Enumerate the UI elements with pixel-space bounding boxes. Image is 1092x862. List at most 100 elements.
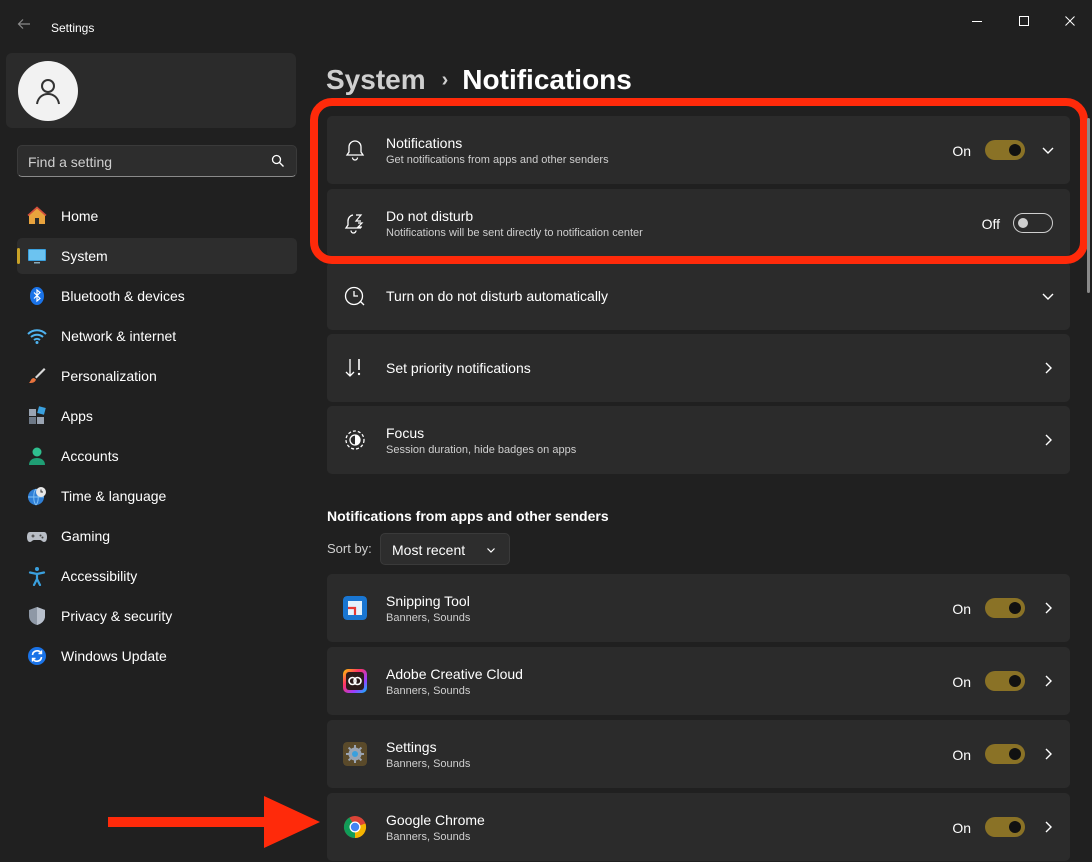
sidebar-item-label: Gaming: [61, 528, 111, 544]
sidebar-item-label: Privacy & security: [61, 608, 173, 624]
bluetooth-icon: [30, 287, 44, 305]
dnd-toggle-state: Off: [981, 216, 1000, 232]
wifi-icon: [27, 329, 47, 344]
sidebar-item-label: Network & internet: [61, 328, 177, 344]
focus-title: Focus: [386, 425, 425, 441]
snipping-tool-icon: [343, 596, 367, 620]
sidebar-item-label: Accessibility: [61, 568, 138, 584]
search-box[interactable]: [17, 145, 297, 177]
auto-dnd-title: Turn on do not disturb automatically: [386, 288, 609, 304]
clock-icon: [344, 286, 365, 306]
gamepad-icon: [27, 532, 47, 542]
app-row-google-chrome[interactable]: Google Chrome Banners, Sounds On: [327, 793, 1070, 861]
app-row-snipping-tool[interactable]: Snipping Tool Banners, Sounds On: [327, 574, 1070, 642]
dnd-toggle[interactable]: [1013, 213, 1053, 233]
sidebar-item-label: Home: [61, 208, 99, 224]
app-row-settings[interactable]: Settings Banners, Sounds On: [327, 720, 1070, 788]
app-name: Google Chrome: [386, 812, 485, 828]
do-not-disturb-setting[interactable]: Do not disturb Notifications will be sen…: [327, 189, 1070, 257]
sidebar-item-privacy-security[interactable]: Privacy & security: [17, 598, 297, 634]
senders-section-title: Notifications from apps and other sender…: [327, 508, 609, 524]
sort-label: Sort by:: [327, 541, 372, 556]
minimize-button[interactable]: [957, 8, 997, 34]
focus-icon: [345, 430, 365, 450]
app-toggle-state: On: [952, 747, 971, 763]
breadcrumb-separator-icon: ›: [441, 68, 449, 91]
focus-setting[interactable]: Focus Session duration, hide badges on a…: [327, 406, 1070, 474]
app-title: Settings: [51, 21, 95, 35]
app-toggle[interactable]: [985, 817, 1025, 837]
home-icon: [27, 206, 47, 224]
sidebar-item-system[interactable]: System: [17, 238, 297, 274]
maximize-button[interactable]: [1004, 8, 1044, 34]
app-detail: Banners, Sounds: [386, 612, 471, 624]
notifications-setting[interactable]: Notifications Get notifications from app…: [327, 116, 1070, 184]
sidebar-item-accessibility[interactable]: Accessibility: [17, 558, 297, 594]
sidebar-item-accounts[interactable]: Accounts: [17, 438, 297, 474]
chevron-down-icon[interactable]: [1040, 288, 1056, 304]
sidebar-item-label: Accounts: [61, 448, 119, 464]
notifications-toggle-state: On: [952, 143, 971, 159]
app-toggle-state: On: [952, 601, 971, 617]
shield-icon: [29, 607, 45, 625]
clock-globe-icon: [28, 487, 46, 506]
sidebar-item-apps[interactable]: Apps: [17, 398, 297, 434]
notifications-subtitle: Get notifications from apps and other se…: [386, 154, 609, 166]
chevron-right-icon[interactable]: [1040, 600, 1056, 616]
app-toggle[interactable]: [985, 744, 1025, 764]
scrollbar[interactable]: [1087, 118, 1090, 293]
priority-title: Set priority notifications: [386, 360, 531, 376]
chevron-right-icon[interactable]: [1040, 819, 1056, 835]
dnd-title: Do not disturb: [386, 208, 474, 224]
sort-value: Most recent: [392, 542, 466, 558]
chevron-right-icon[interactable]: [1040, 432, 1056, 448]
search-icon[interactable]: [271, 154, 285, 168]
settings-gear-icon: [343, 742, 367, 766]
avatar[interactable]: [18, 61, 78, 121]
auto-dnd-setting[interactable]: Turn on do not disturb automatically: [327, 262, 1070, 330]
chrome-icon: [343, 816, 367, 839]
search-input[interactable]: [28, 152, 258, 172]
priority-notifications-setting[interactable]: Set priority notifications: [327, 334, 1070, 402]
user-icon: [36, 79, 60, 105]
app-name: Snipping Tool: [386, 593, 470, 609]
sidebar-nav: Home System Bluetooth & devices Network …: [17, 198, 297, 678]
sidebar-item-bluetooth[interactable]: Bluetooth & devices: [17, 278, 297, 314]
bell-snooze-icon: [344, 214, 364, 234]
notifications-toggle[interactable]: [985, 140, 1025, 160]
sidebar-item-label: Windows Update: [61, 648, 167, 664]
accounts-icon: [29, 447, 45, 465]
chevron-down-icon: [487, 548, 495, 553]
sidebar-item-home[interactable]: Home: [17, 198, 297, 234]
sidebar-item-gaming[interactable]: Gaming: [17, 518, 297, 554]
red-arrow-annotation-icon: [108, 796, 320, 848]
bell-icon: [345, 140, 365, 161]
accessibility-icon: [28, 567, 46, 586]
sidebar-item-time-language[interactable]: Time & language: [17, 478, 297, 514]
brush-icon: [29, 368, 46, 383]
page-title: Notifications: [462, 64, 632, 95]
app-toggle[interactable]: [985, 671, 1025, 691]
profile-card[interactable]: [6, 53, 296, 128]
sort-dropdown[interactable]: Most recent: [380, 533, 510, 565]
sidebar-item-personalization[interactable]: Personalization: [17, 358, 297, 394]
priority-icon: [345, 359, 361, 377]
sidebar-item-windows-update[interactable]: Windows Update: [17, 638, 297, 674]
chevron-right-icon[interactable]: [1040, 746, 1056, 762]
breadcrumb-parent[interactable]: System: [326, 64, 426, 96]
app-detail: Banners, Sounds: [386, 758, 471, 770]
system-icon: [28, 249, 46, 264]
back-arrow-icon[interactable]: [14, 16, 34, 36]
close-button[interactable]: [1050, 8, 1090, 34]
app-toggle-state: On: [952, 820, 971, 836]
sidebar-item-network[interactable]: Network & internet: [17, 318, 297, 354]
app-row-adobe-creative-cloud[interactable]: Adobe Creative Cloud Banners, Sounds On: [327, 647, 1070, 715]
app-name: Settings: [386, 739, 437, 755]
adobe-cc-icon: [343, 669, 367, 693]
update-icon: [28, 647, 46, 665]
chevron-down-icon[interactable]: [1040, 142, 1056, 158]
chevron-right-icon[interactable]: [1040, 360, 1056, 376]
app-toggle[interactable]: [985, 598, 1025, 618]
chevron-right-icon[interactable]: [1040, 673, 1056, 689]
dnd-subtitle: Notifications will be sent directly to n…: [386, 227, 643, 239]
